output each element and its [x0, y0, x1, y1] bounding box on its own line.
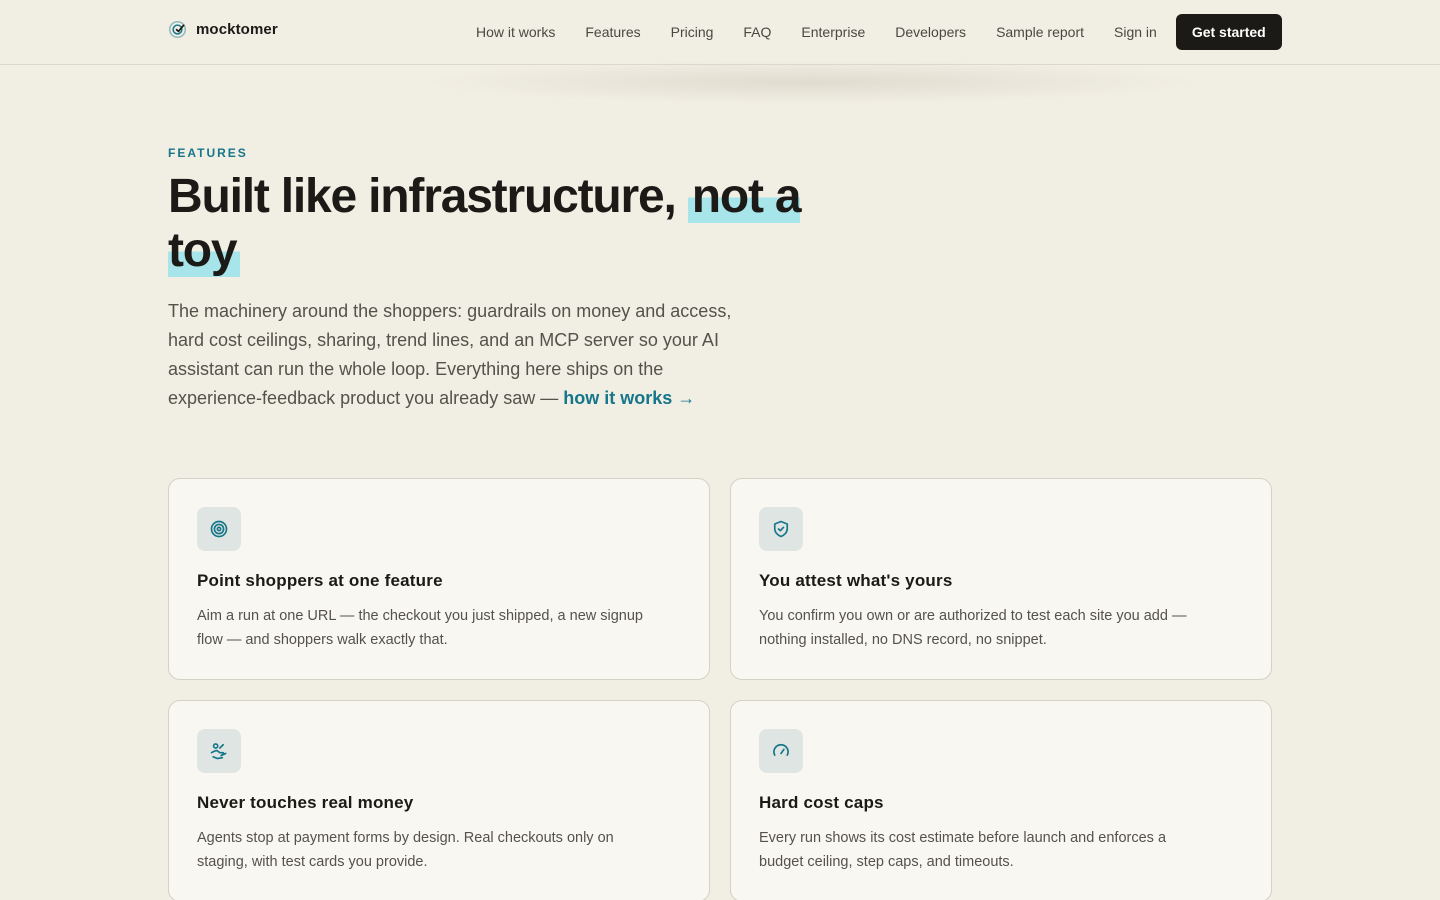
brand-logo[interactable]: mocktomer [168, 18, 278, 40]
gauge-icon [773, 743, 789, 756]
feature-card: Hard cost caps Every run shows its cost … [730, 700, 1272, 900]
feature-body: Aim a run at one URL — the checkout you … [197, 608, 643, 648]
hero-lead: The machinery around the shoppers: guard… [168, 297, 748, 413]
feature-icon-box [197, 729, 241, 773]
nav-developers[interactable]: Developers [895, 24, 966, 40]
section-eyebrow: FEATURES [168, 146, 248, 160]
target-icon [210, 520, 228, 538]
how-it-works-link[interactable]: how it works → [563, 388, 695, 408]
nav-enterprise[interactable]: Enterprise [801, 24, 865, 40]
brand-name: mocktomer [196, 20, 278, 38]
hand-coins-icon [210, 743, 227, 760]
target-check-icon [168, 20, 187, 38]
sign-in-link[interactable]: Sign in [1114, 24, 1157, 40]
feature-icon-box [197, 507, 241, 551]
feature-card: Point shoppers at one feature Aim a run … [168, 478, 710, 680]
nav-features[interactable]: Features [585, 24, 640, 40]
feature-title: Hard cost caps [759, 793, 884, 812]
shield-check-icon [773, 520, 789, 538]
title-plain: Built like infrastructure, [168, 170, 688, 223]
feature-icon-box [759, 729, 803, 773]
get-started-button[interactable]: Get started [1175, 14, 1282, 50]
header-glow [420, 60, 1200, 104]
nav-sample-report[interactable]: Sample report [996, 24, 1084, 40]
feature-icon-box [759, 507, 803, 551]
feature-body: Every run shows its cost estimate before… [759, 830, 1167, 870]
feature-card: You attest what's yours You confirm you … [730, 478, 1272, 680]
feature-title: You attest what's yours [759, 571, 953, 590]
feature-card: Never touches real money Agents stop at … [168, 700, 710, 900]
feature-title: Point shoppers at one feature [197, 571, 443, 590]
feature-title: Never touches real money [197, 793, 414, 812]
feature-body: Agents stop at payment forms by design. … [197, 830, 614, 870]
nav-pricing[interactable]: Pricing [671, 24, 714, 40]
nav-faq[interactable]: FAQ [743, 24, 771, 40]
feature-body: You confirm you own or are authorized to… [759, 608, 1187, 648]
main-nav: How it works Features Pricing FAQ Enterp… [476, 14, 1282, 50]
page-title: Built like infrastructure, not a toy [168, 170, 868, 278]
nav-how-it-works[interactable]: How it works [476, 24, 555, 40]
